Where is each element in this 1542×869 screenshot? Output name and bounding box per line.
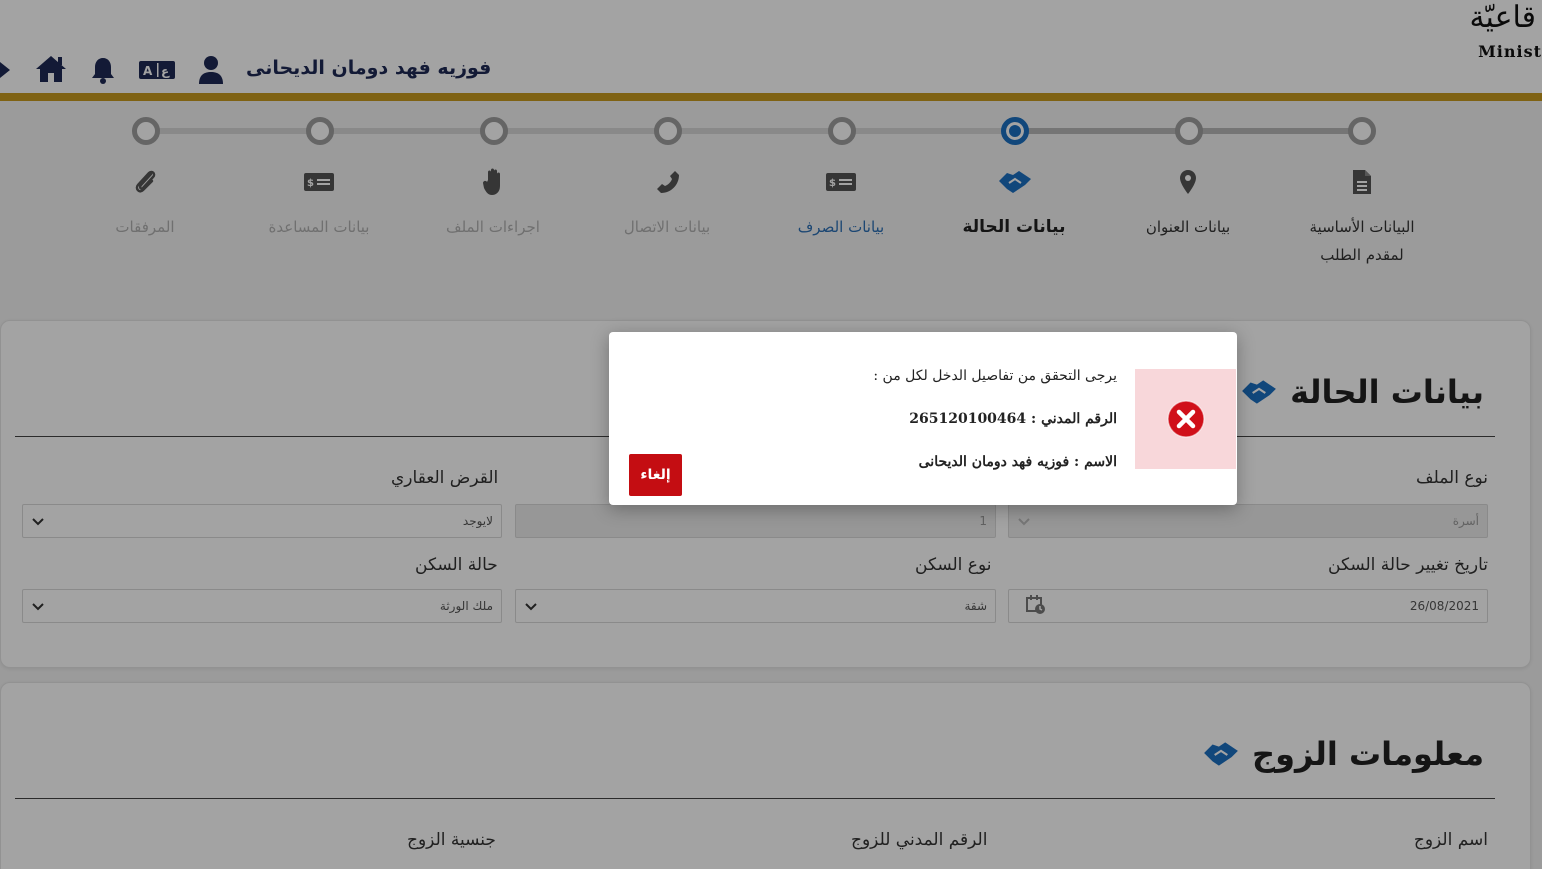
dialog-applicant-name: الاسم : فوزيه فهد دومان الديحانى [918, 454, 1117, 470]
error-x-icon [1166, 400, 1205, 438]
dialog-civil-id: الرقم المدني : 265120100464 [909, 411, 1117, 427]
cancel-button[interactable]: إلغاء [629, 454, 682, 496]
income-verification-dialog: يرجى التحقق من تفاصيل الدخل لكل من : الر… [609, 332, 1237, 505]
error-indicator-panel [1135, 369, 1236, 469]
dialog-message: يرجى التحقق من تفاصيل الدخل لكل من : [873, 368, 1117, 384]
